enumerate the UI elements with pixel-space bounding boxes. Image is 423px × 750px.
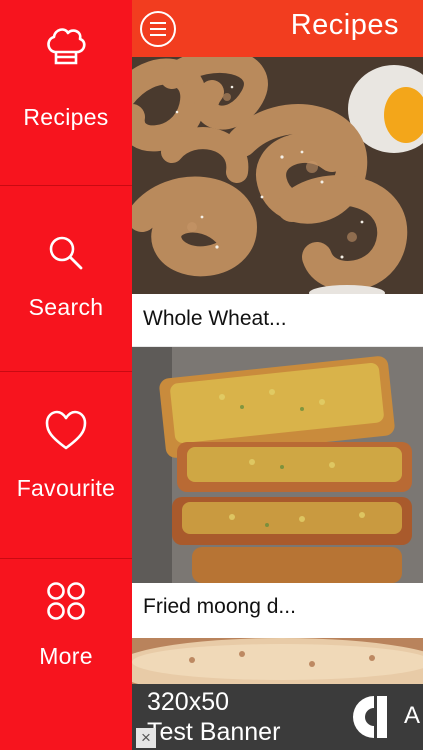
sidebar-item-label: More — [39, 643, 93, 669]
sidebar-item-recipes[interactable]: Recipes — [0, 0, 132, 186]
sidebar-item-more[interactable]: More — [0, 559, 132, 750]
sidebar-item-label: Recipes — [23, 104, 109, 130]
ad-letter: A — [404, 702, 421, 729]
sidebar-item-label: Favourite — [16, 475, 116, 501]
ad-banner[interactable]: 320x50 Test Banner A × — [132, 684, 423, 750]
recipe-card[interactable]: Fried moong d... — [132, 347, 423, 638]
ad-size-text: 320x50 — [147, 688, 230, 716]
heart-icon — [45, 410, 87, 450]
sidebar-item-favourite[interactable]: Favourite — [0, 372, 132, 559]
recipe-title: Whole Wheat... — [132, 294, 423, 346]
grid-circles-icon — [47, 582, 85, 620]
search-icon — [49, 236, 83, 270]
recipe-card[interactable]: Whole Wheat... — [132, 57, 423, 346]
ad-title-text: Test Banner — [147, 718, 281, 746]
sidebar-item-search[interactable]: Search — [0, 186, 132, 372]
ad-logo-icon — [353, 696, 387, 738]
recipe-title: Fried moong d... — [132, 583, 423, 635]
page-title: Recipes — [290, 9, 399, 41]
sidebar: Recipes Search Favourite More — [0, 0, 132, 750]
header-bar: Recipes — [132, 0, 423, 57]
chef-hat-icon — [47, 28, 86, 65]
recipe-image — [132, 347, 423, 583]
close-ad-button[interactable]: × — [136, 728, 156, 748]
menu-button[interactable] — [140, 11, 176, 47]
recipe-image — [132, 57, 423, 294]
sidebar-item-label: Search — [28, 294, 104, 320]
recipe-list: Whole Wheat... Fried moong d... — [132, 57, 423, 750]
hamburger-menu-icon — [150, 22, 166, 36]
